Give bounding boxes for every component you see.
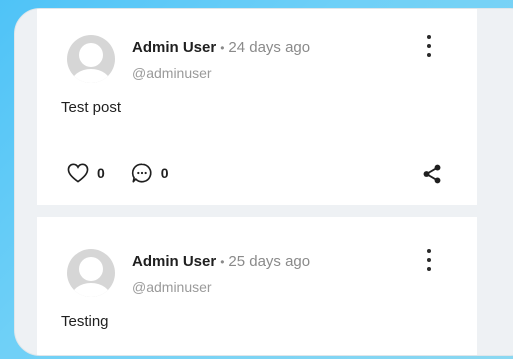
comment-bubble-icon — [131, 163, 152, 183]
author-handle[interactable]: @adminuser — [132, 279, 212, 295]
feed-container: Admin User • 24 days ago @adminuser Test p… — [14, 8, 513, 356]
share-icon — [423, 164, 441, 184]
avatar[interactable] — [67, 35, 115, 83]
like-button[interactable]: 0 — [67, 163, 105, 183]
post-card: Admin User • 25 days ago @adminuser Testin… — [37, 217, 477, 355]
avatar[interactable] — [67, 249, 115, 297]
separator-dot: • — [220, 255, 225, 269]
post-header: Admin User • 24 days ago — [132, 39, 310, 56]
post-text: Test post — [61, 99, 122, 116]
author-name[interactable]: Admin User — [132, 39, 216, 56]
comment-button[interactable]: 0 — [131, 162, 169, 184]
heart-icon — [67, 163, 89, 183]
like-count: 0 — [97, 165, 105, 181]
separator-dot: • — [220, 41, 225, 55]
share-button[interactable] — [421, 163, 443, 185]
post-text: Testing — [61, 313, 109, 330]
post-timestamp: 24 days ago — [228, 39, 311, 56]
post-card: Admin User • 24 days ago @adminuser Test p… — [37, 9, 477, 205]
more-vertical-icon[interactable] — [422, 249, 436, 275]
post-header: Admin User • 25 days ago — [132, 253, 310, 270]
comment-count: 0 — [160, 165, 169, 181]
more-vertical-icon[interactable] — [422, 35, 436, 61]
author-name[interactable]: Admin User — [132, 253, 216, 270]
post-actions: 0 0 — [67, 161, 195, 185]
post-timestamp: 25 days ago — [228, 253, 311, 270]
author-handle[interactable]: @adminuser — [132, 65, 212, 81]
